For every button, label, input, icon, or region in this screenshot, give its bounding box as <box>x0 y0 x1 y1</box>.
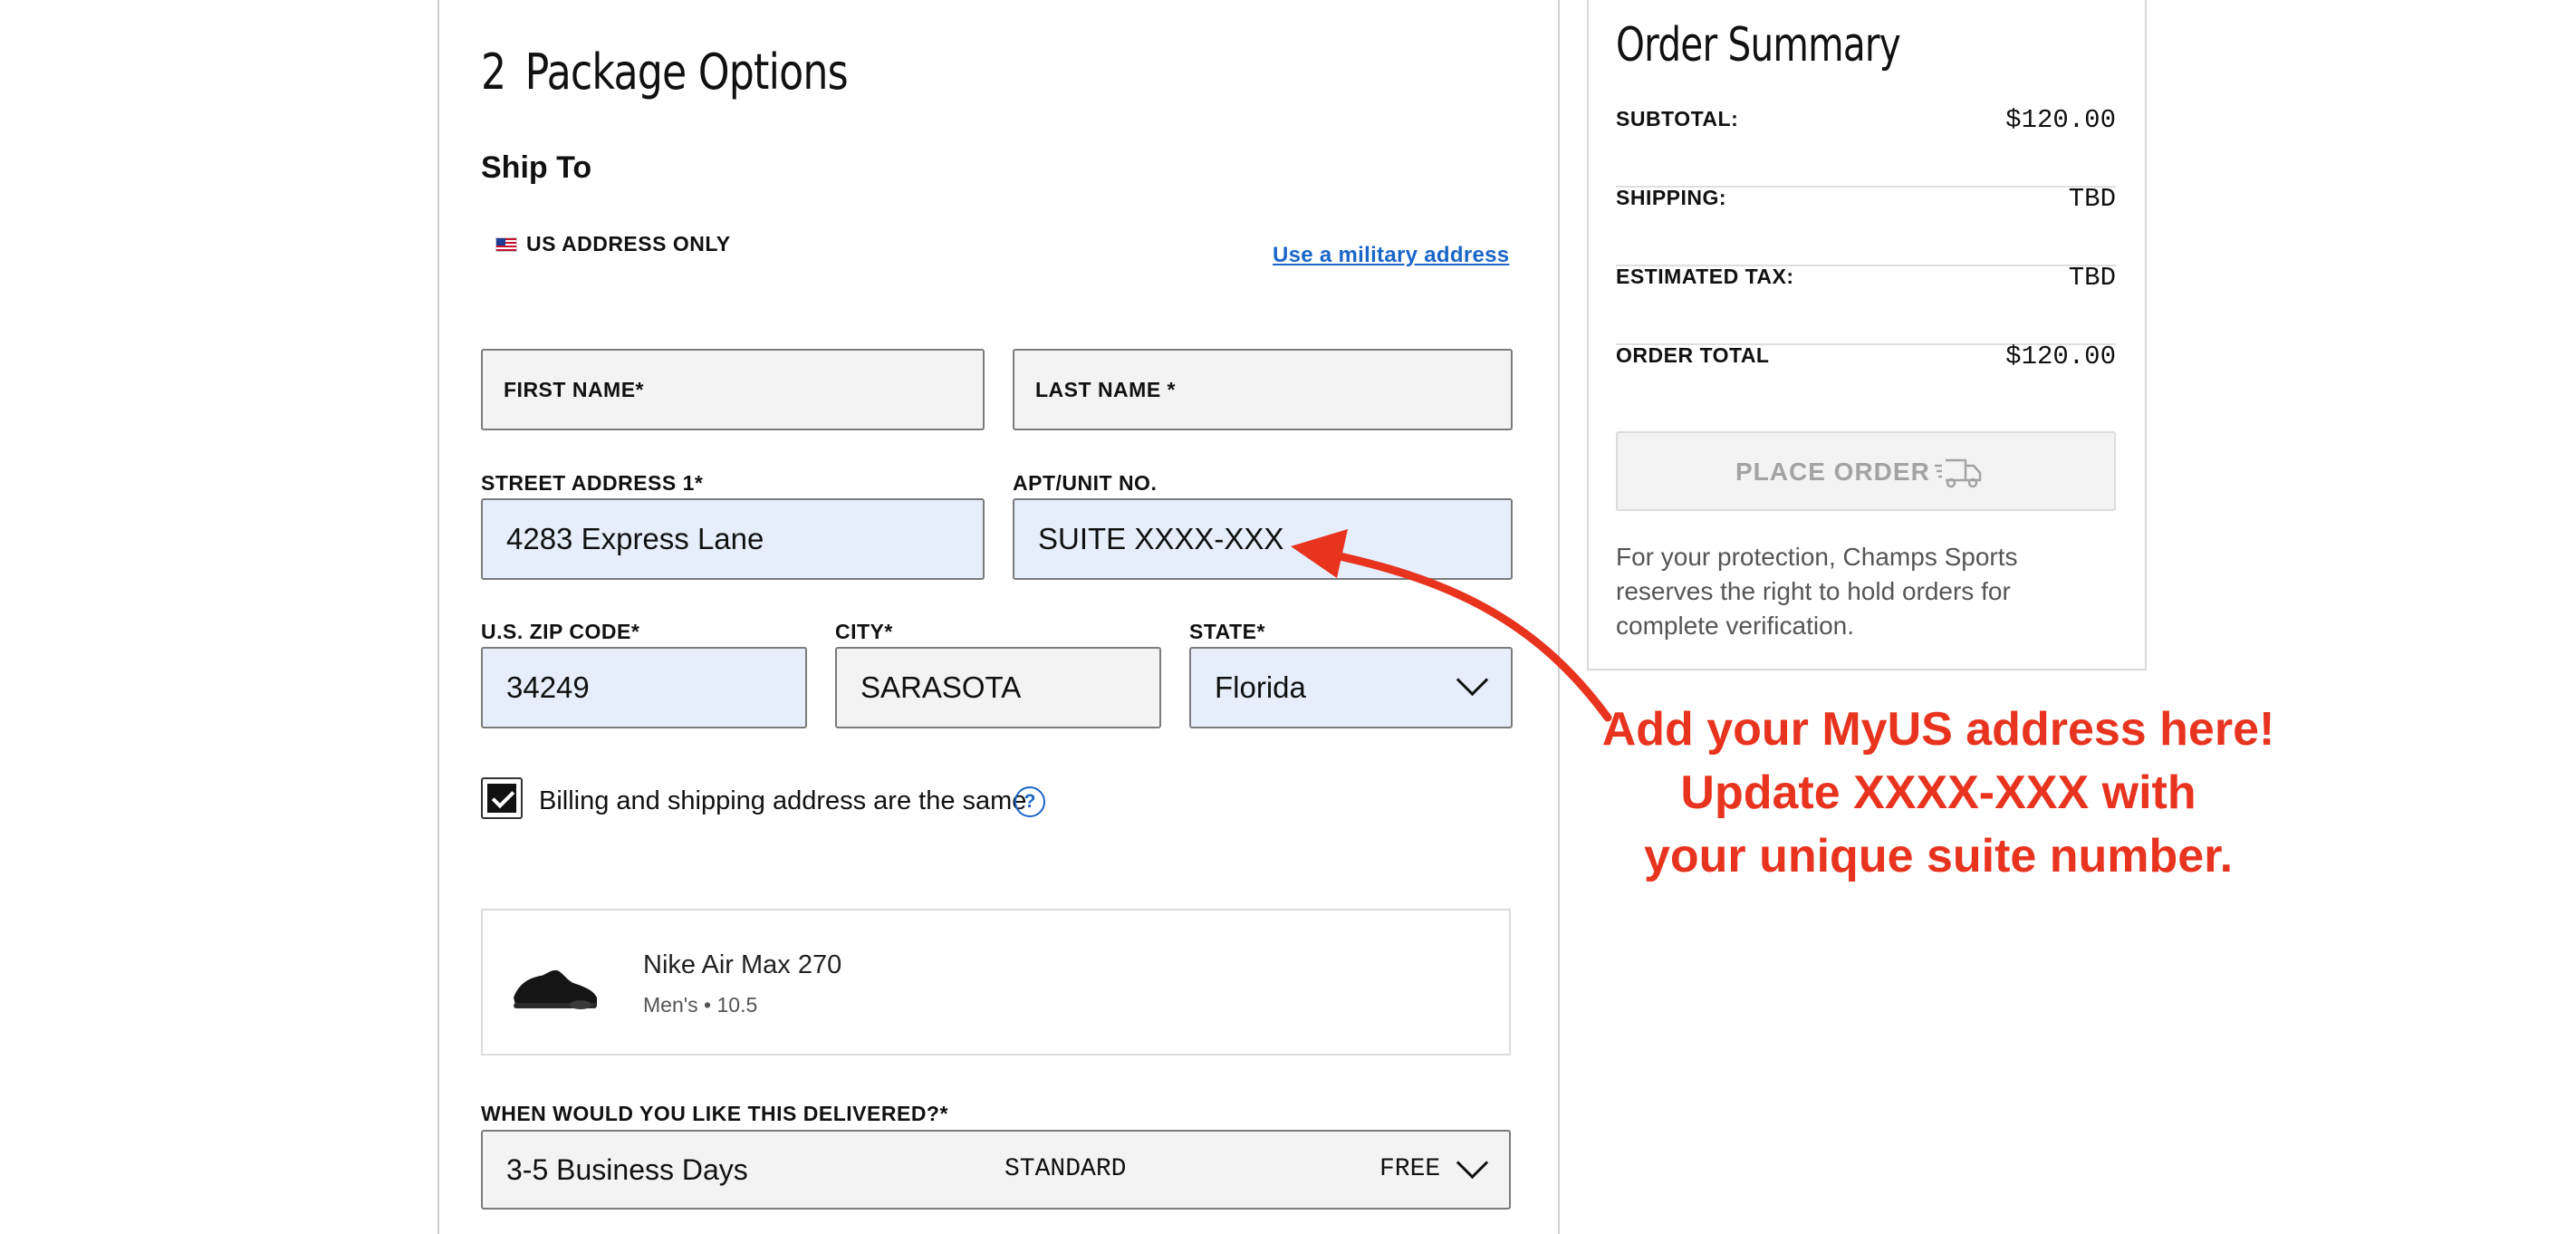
step-number: 2 <box>481 43 506 101</box>
state-select[interactable]: Florida <box>1189 647 1513 728</box>
protection-notice: For your protection, Champs Sports reser… <box>1616 543 2018 640</box>
shipping-label: SHIPPING: <box>1616 186 1727 209</box>
shoe-thumbnail <box>514 969 597 1009</box>
chevron-down-icon <box>1456 663 1489 697</box>
summary-row-shipping: SHIPPING: TBD <box>1616 184 2116 266</box>
page-title: 2 Package Options <box>481 43 849 101</box>
total-label: ORDER TOTAL <box>1616 343 1770 367</box>
summary-row-subtotal: SUBTOTAL: $120.00 <box>1616 105 2116 188</box>
summary-row-tax: ESTIMATED TAX: TBD <box>1616 263 2116 345</box>
help-circle-icon[interactable]: ? <box>1014 786 1045 817</box>
delivery-method: STANDARD <box>1004 1155 1127 1183</box>
delivery-price: FREE <box>1379 1155 1441 1183</box>
product-name: Nike Air Max 270 <box>643 950 842 979</box>
annotation-line-1: Add your MyUS address here! <box>1601 703 2275 756</box>
checkbox-fill <box>487 784 516 813</box>
instruction-annotation: Add your MyUS address here! Update XXXX-… <box>1594 698 2283 888</box>
last-name-field[interactable]: LAST NAME * <box>1013 349 1513 430</box>
product-meta: Men's • 10.5 <box>643 993 757 1017</box>
chevron-down-icon <box>1456 1146 1489 1180</box>
street-address-value: 4283 Express Lane <box>506 522 764 555</box>
first-name-field[interactable]: FIRST NAME* <box>481 349 985 430</box>
annotation-line-3: your unique suite number. <box>1643 830 2234 882</box>
center-column-border <box>1558 0 1560 1234</box>
us-only-notice: US ADDRESS ONLY <box>495 232 731 256</box>
product-size: 10.5 <box>716 993 758 1017</box>
street-label: STREET ADDRESS 1* <box>481 471 704 495</box>
step-title-text: Package Options <box>524 43 849 101</box>
delivery-label: WHEN WOULD YOU LIKE THIS DELIVERED?* <box>481 1102 948 1125</box>
city-label: CITY* <box>835 620 893 643</box>
product-gender: Men's <box>643 993 698 1017</box>
annotation-line-2: Update XXXX-XXX with <box>1680 766 2196 819</box>
summary-row-total: ORDER TOTAL $120.00 <box>1616 342 2116 422</box>
state-label: STATE* <box>1189 620 1265 643</box>
checkmark-icon <box>491 785 515 809</box>
left-column-border <box>437 0 439 1234</box>
order-summary-title: Order Summary <box>1616 18 1901 72</box>
place-order-button[interactable]: PLACE ORDER <box>1616 431 2116 511</box>
state-value: Florida <box>1215 670 1306 704</box>
delivery-window: 3-5 Business Days <box>506 1153 748 1186</box>
city-input[interactable]: SARASOTA <box>835 647 1161 728</box>
tax-label: ESTIMATED TAX: <box>1616 265 1794 288</box>
apt-unit-value: SUITE XXXX-XXX <box>1038 522 1284 555</box>
us-only-label: US ADDRESS ONLY <box>526 232 731 255</box>
city-value: SARASOTA <box>860 670 1022 704</box>
military-address-link[interactable]: Use a military address <box>1273 243 1509 268</box>
subtotal-value: $120.00 <box>2005 105 2116 135</box>
zip-label: U.S. ZIP CODE* <box>481 620 640 643</box>
billing-same-label: Billing and shipping address are the sam… <box>539 786 1027 815</box>
apt-label: APT/UNIT NO. <box>1013 471 1158 495</box>
truck-icon <box>1935 458 1982 488</box>
shipping-value: TBD <box>2068 184 2116 214</box>
ship-to-heading: Ship To <box>481 150 592 185</box>
total-value: $120.00 <box>2005 342 2116 371</box>
tax-value: TBD <box>2068 263 2116 293</box>
zip-code-value: 34249 <box>506 670 590 704</box>
last-name-label: LAST NAME * <box>1035 378 1176 401</box>
place-order-label: PLACE ORDER <box>1735 458 1930 486</box>
us-flag-icon <box>495 236 517 252</box>
meta-separator: • <box>704 993 712 1017</box>
subtotal-label: SUBTOTAL: <box>1616 107 1739 130</box>
zip-code-input[interactable]: 34249 <box>481 647 807 728</box>
first-name-label: FIRST NAME* <box>504 378 644 401</box>
billing-same-checkbox[interactable] <box>481 777 523 819</box>
street-address-input[interactable]: 4283 Express Lane <box>481 498 985 580</box>
delivery-select[interactable]: 3-5 Business Days STANDARD FREE <box>481 1130 1511 1210</box>
apt-unit-input[interactable]: SUITE XXXX-XXX <box>1013 498 1513 580</box>
product-card: Nike Air Max 270 Men's • 10.5 <box>481 909 1511 1056</box>
